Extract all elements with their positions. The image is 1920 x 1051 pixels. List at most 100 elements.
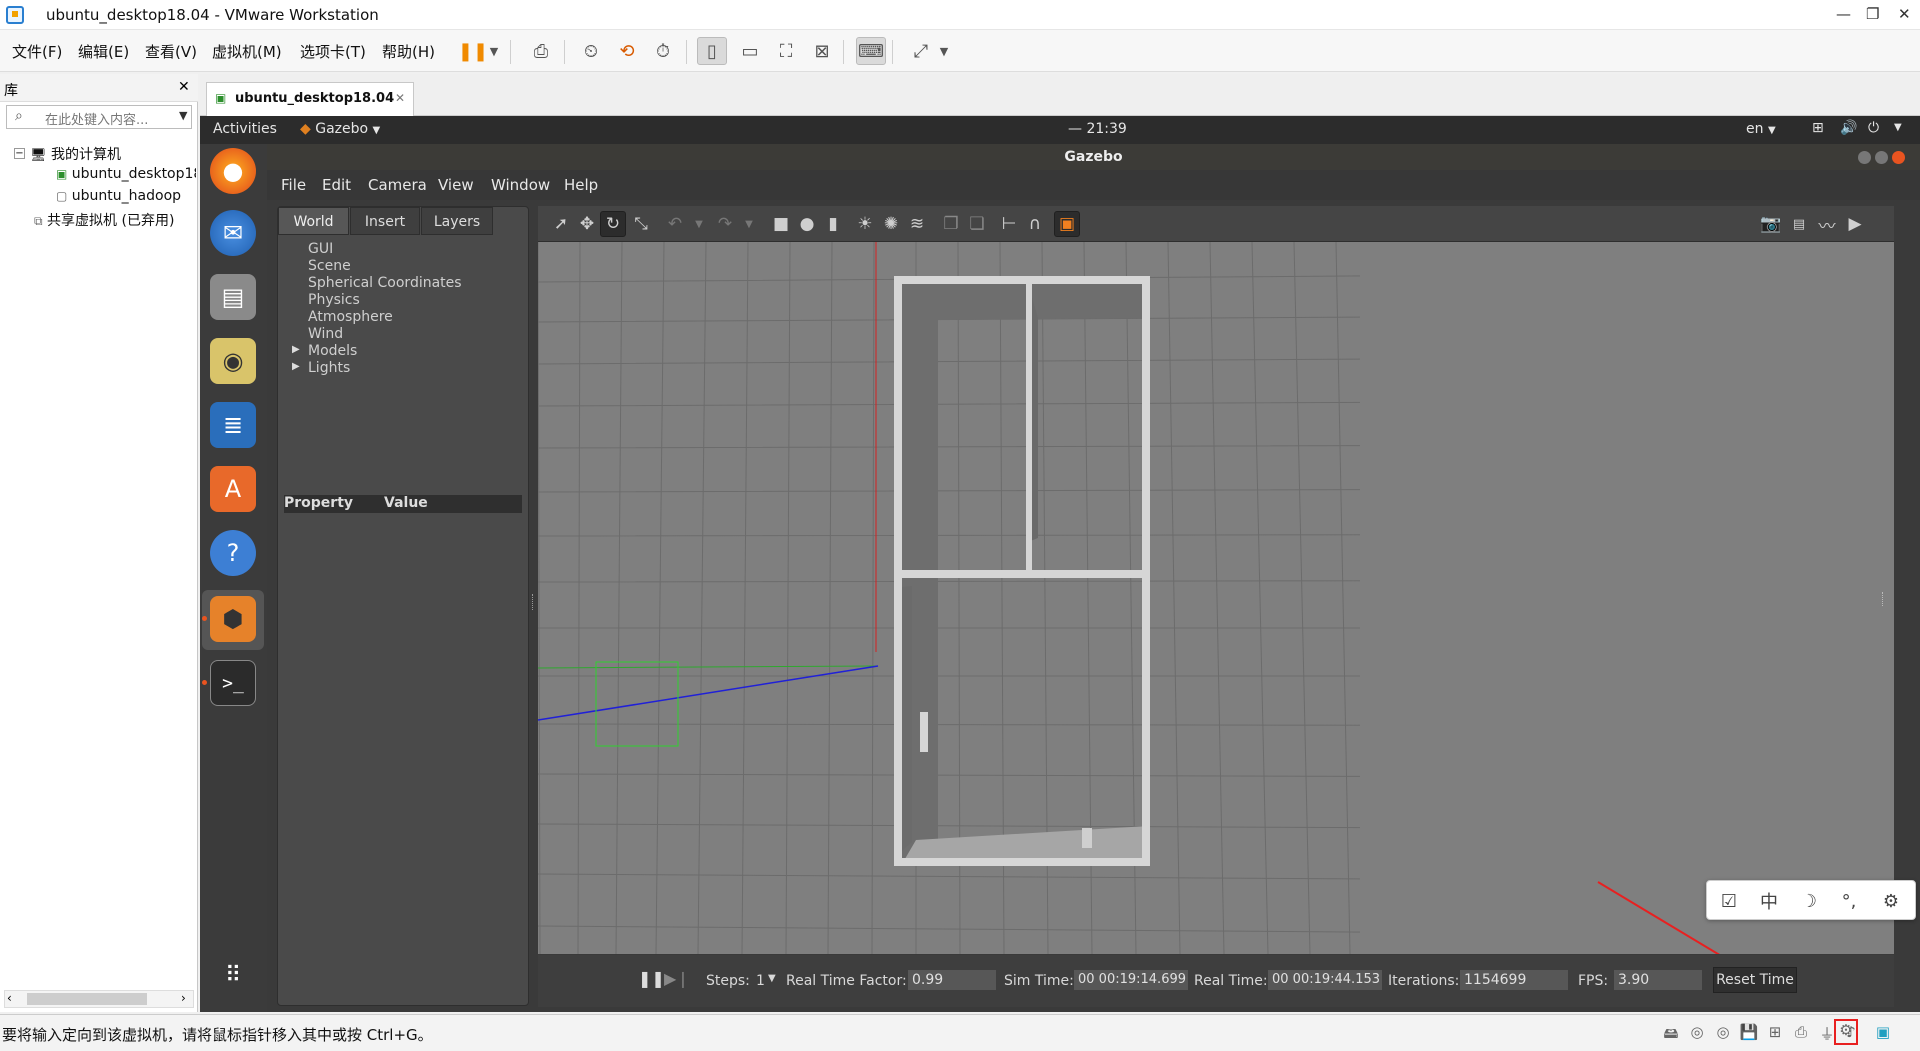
network-adapter-icon[interactable]: ⊞: [1764, 1023, 1786, 1043]
gz-menu-file[interactable]: File: [281, 176, 306, 194]
tree-my-computer[interactable]: 🖥 我的计算机: [30, 144, 121, 164]
gazebo-minimize-button[interactable]: [1858, 151, 1871, 164]
tree-vm-ubuntu-desktop[interactable]: ▣ ubuntu_desktop18.04: [56, 166, 196, 182]
minimize-button[interactable]: —: [1836, 5, 1851, 23]
log-icon[interactable]: ▤: [1786, 211, 1812, 237]
highlighted-device-icon[interactable]: ⚙: [1834, 1019, 1858, 1045]
ime-half-width-icon[interactable]: ☽: [1795, 888, 1823, 914]
stretch-guest-icon[interactable]: ⤢: [906, 37, 936, 65]
full-screen-icon[interactable]: ⛶: [771, 37, 801, 65]
gz-menu-view[interactable]: View: [438, 176, 474, 194]
undo-icon[interactable]: ↶: [662, 211, 688, 237]
undo-dropdown-icon[interactable]: ▼: [686, 211, 712, 237]
help-icon[interactable]: ?: [210, 530, 256, 576]
gazebo-dock-icon[interactable]: ⬢: [210, 596, 256, 642]
thunderbird-icon[interactable]: ✉: [210, 210, 256, 256]
translate-mode-icon[interactable]: ✥: [574, 211, 600, 237]
thumbnail-bar-icon[interactable]: ▭: [735, 37, 765, 65]
ime-chinese-toggle[interactable]: 中: [1755, 888, 1783, 914]
tab-insert[interactable]: Insert: [350, 207, 420, 235]
rhythmbox-icon[interactable]: ◉: [210, 338, 256, 384]
menu-edit[interactable]: 编辑(E): [78, 41, 129, 62]
cd-drive-icon[interactable]: ◎: [1686, 1023, 1708, 1043]
world-tree-wind[interactable]: Wind: [308, 326, 343, 342]
ime-settings-icon[interactable]: ⚙: [1877, 888, 1905, 914]
app-menu[interactable]: ◆ Gazebo ▼: [300, 121, 380, 137]
gz-menu-edit[interactable]: Edit: [322, 176, 351, 194]
gz-menu-window[interactable]: Window: [491, 176, 550, 194]
video-record-icon[interactable]: ▶: [1842, 211, 1868, 237]
select-mode-icon[interactable]: ➚: [548, 211, 574, 237]
library-horizontal-scrollbar[interactable]: ‹ ›: [4, 990, 194, 1008]
activities-button[interactable]: Activities: [213, 121, 277, 137]
world-tree-gui[interactable]: GUI: [308, 241, 333, 257]
point-light-icon[interactable]: ☀: [852, 211, 878, 237]
redo-icon[interactable]: ↷: [712, 211, 738, 237]
hard-disk-icon[interactable]: 🖴: [1660, 1023, 1682, 1043]
cylinder-shape-icon[interactable]: ▮: [820, 211, 846, 237]
pause-vm-button[interactable]: ❚❚: [458, 37, 488, 65]
library-close-icon[interactable]: ✕: [178, 79, 190, 95]
tab-layers[interactable]: Layers: [421, 207, 493, 235]
pause-simulation-icon[interactable]: ❚❚: [638, 969, 665, 988]
steps-dropdown-icon[interactable]: ▼: [768, 973, 776, 984]
reset-time-button[interactable]: Reset Time: [1713, 967, 1797, 993]
right-splitter[interactable]: [1882, 592, 1885, 606]
search-dropdown-icon[interactable]: ▼: [179, 109, 187, 122]
steps-value[interactable]: 1: [756, 973, 765, 989]
change-view-icon[interactable]: ▣: [1054, 211, 1080, 237]
console-view-icon[interactable]: ⌨: [856, 37, 886, 65]
rotate-mode-icon[interactable]: ↻: [600, 211, 626, 237]
cd-drive-2-icon[interactable]: ◎: [1712, 1023, 1734, 1043]
world-tree-lights[interactable]: Lights: [308, 360, 350, 376]
scroll-thumb[interactable]: [27, 993, 147, 1005]
collapse-toggle-icon[interactable]: −: [14, 148, 25, 159]
printer-icon[interactable]: ⎙: [1790, 1023, 1812, 1043]
library-search-box[interactable]: ⌕ 在此处键入内容... ▼: [6, 105, 192, 129]
software-center-icon[interactable]: A: [210, 466, 256, 512]
align-icon[interactable]: ⊢: [996, 211, 1022, 237]
close-button[interactable]: ✕: [1898, 5, 1911, 23]
redo-dropdown-icon[interactable]: ▼: [736, 211, 762, 237]
directional-light-icon[interactable]: ≋: [904, 211, 930, 237]
ime-check-icon[interactable]: ☑: [1715, 888, 1743, 914]
clock[interactable]: — 21:39: [1068, 121, 1127, 137]
show-library-icon[interactable]: ▯: [697, 37, 727, 65]
tab-world[interactable]: World: [278, 207, 349, 235]
send-ctrl-alt-del-icon[interactable]: ⎙: [526, 37, 556, 65]
3d-viewport[interactable]: [538, 242, 1894, 954]
gz-menu-camera[interactable]: Camera: [368, 176, 427, 194]
power-icon[interactable]: ⏻: [1868, 120, 1879, 136]
step-simulation-icon[interactable]: ▶❘: [664, 969, 690, 988]
world-tree-models[interactable]: Models: [308, 343, 357, 359]
snapshot-icon[interactable]: ⏲: [576, 37, 606, 65]
spot-light-icon[interactable]: ✺: [878, 211, 904, 237]
firefox-icon[interactable]: ●: [210, 148, 256, 194]
panel-splitter[interactable]: [532, 594, 535, 610]
scene-canvas[interactable]: [538, 242, 1894, 954]
snapshot-manager-icon[interactable]: ⏱: [648, 37, 678, 65]
snap-icon[interactable]: ∩: [1022, 211, 1048, 237]
copy-icon[interactable]: ❐: [938, 211, 964, 237]
sphere-shape-icon[interactable]: ●: [794, 211, 820, 237]
terminal-icon[interactable]: >_: [210, 660, 256, 706]
menu-tabs[interactable]: 选项卡(T): [300, 41, 366, 62]
language-indicator[interactable]: en ▼: [1746, 121, 1776, 137]
files-icon[interactable]: ▤: [210, 274, 256, 320]
box-shape-icon[interactable]: ■: [768, 211, 794, 237]
menu-vm[interactable]: 虚拟机(M): [212, 41, 282, 62]
message-log-icon[interactable]: ▣: [1872, 1023, 1894, 1043]
paste-icon[interactable]: ❏: [964, 211, 990, 237]
world-tree-atmosphere[interactable]: Atmosphere: [308, 309, 393, 325]
scroll-right-icon[interactable]: ›: [181, 991, 186, 1005]
network-icon[interactable]: ⊞: [1812, 120, 1824, 136]
scale-mode-icon[interactable]: ⤡: [628, 211, 654, 237]
menu-view[interactable]: 查看(V): [145, 41, 197, 62]
expand-models-icon[interactable]: ▶: [292, 344, 300, 355]
power-dropdown-icon[interactable]: ▼: [486, 37, 502, 65]
screenshot-icon[interactable]: 📷: [1758, 211, 1784, 237]
gz-menu-help[interactable]: Help: [564, 176, 598, 194]
world-tree-spherical-coordinates[interactable]: Spherical Coordinates: [308, 275, 462, 291]
vm-tab[interactable]: ▣ ubuntu_desktop18.04 ✕: [206, 82, 414, 116]
menu-file[interactable]: 文件(F): [12, 41, 62, 62]
